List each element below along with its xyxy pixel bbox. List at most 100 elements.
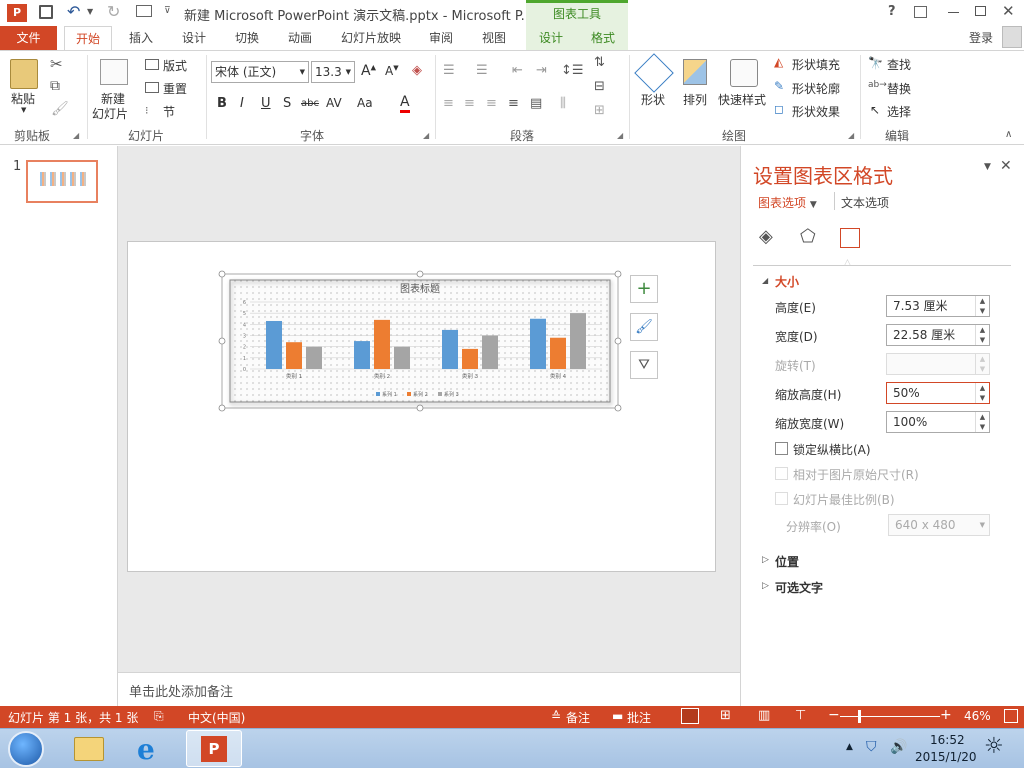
underline-icon[interactable]: U (261, 96, 271, 111)
bar-2-2[interactable] (374, 319, 390, 369)
bar-1-2[interactable] (354, 341, 370, 369)
resize-handle[interactable] (218, 337, 226, 345)
volume-icon[interactable]: 🔊 (890, 739, 907, 755)
shape-effects-button[interactable]: 形状效果 (792, 103, 840, 120)
arrange-icon[interactable] (683, 59, 707, 85)
section-button[interactable]: 节 (163, 103, 175, 120)
arrange-button[interactable]: 排列 (683, 91, 707, 108)
chart-styles-button[interactable]: 🖌 (630, 313, 658, 341)
replace-icon[interactable]: ab→ (868, 80, 887, 90)
bullets-icon[interactable]: ☰ (443, 63, 455, 78)
align-left-icon[interactable]: ≡ (443, 96, 454, 111)
bar-2-3[interactable] (462, 348, 478, 369)
tab-animations[interactable]: 动画 (277, 26, 323, 50)
char-spacing-icon[interactable]: AV (326, 96, 342, 110)
paste-dropdown-icon[interactable]: ▼ (21, 106, 26, 114)
reset-button[interactable]: 重置 (163, 80, 187, 97)
bar-1-1[interactable] (266, 320, 282, 369)
select-button[interactable]: 选择 (887, 103, 911, 120)
spinner-arrows-icon[interactable]: ▲ ▼ (975, 296, 989, 316)
section-icon[interactable]: ⁝ (145, 104, 149, 117)
bar-3-4[interactable] (570, 313, 586, 369)
bar-1-4[interactable] (530, 318, 546, 369)
chart-title[interactable]: 图表标题 (400, 282, 440, 295)
smartart-icon[interactable]: ⊞ (594, 103, 605, 118)
collapse-ribbon-icon[interactable]: ∧ (1005, 129, 1012, 140)
expand-position-icon[interactable]: ▷ (762, 555, 769, 565)
line-spacing-icon[interactable]: ↕☰ (561, 63, 584, 78)
spinner-arrows-icon[interactable]: ▲ ▼ (975, 383, 989, 403)
comments-button[interactable]: 批注 (627, 709, 651, 726)
shape-effects-icon[interactable]: ◻ (774, 102, 784, 116)
italic-icon[interactable]: I (240, 96, 244, 111)
tab-review[interactable]: 审阅 (418, 26, 464, 50)
bar-2-4[interactable] (550, 337, 566, 369)
scale-width-input[interactable]: 100% ▲ ▼ (886, 411, 990, 433)
notes-pane[interactable]: 单击此处添加备注 (118, 672, 740, 706)
redo-icon[interactable]: ↻ (107, 2, 120, 21)
resize-handle[interactable] (218, 404, 226, 412)
effects-icon[interactable]: ⬠ (800, 226, 816, 247)
bar-1-3[interactable] (442, 329, 458, 369)
pane-close-icon[interactable]: ✕ (1000, 158, 1012, 174)
chart-elements-button[interactable]: + (630, 275, 658, 303)
shape-fill-icon[interactable]: ◭ (774, 55, 783, 69)
brightness-icon[interactable]: ☼ (984, 734, 1004, 759)
zoom-out-icon[interactable]: − (828, 707, 840, 723)
shapes-icon[interactable] (634, 53, 674, 93)
chart-filters-button[interactable]: ⛛ (630, 351, 658, 379)
section-position-title[interactable]: 位置 (775, 553, 799, 570)
windows-start-icon[interactable] (8, 731, 44, 767)
zoom-slider[interactable] (840, 716, 940, 717)
comments-icon[interactable]: ▬ (612, 709, 623, 723)
paste-icon[interactable] (10, 59, 38, 89)
replace-button[interactable]: 替换 (887, 80, 911, 97)
bar-3-3[interactable] (482, 335, 498, 370)
section-size-title[interactable]: 大小 (775, 273, 799, 290)
drawing-launcher-icon[interactable]: ◢ (848, 131, 854, 140)
zoom-in-icon[interactable]: + (940, 707, 952, 723)
resize-handle[interactable] (416, 404, 424, 412)
clipboard-launcher-icon[interactable]: ◢ (73, 131, 79, 140)
quick-styles-button[interactable]: 快速样式 (718, 91, 766, 108)
undo-icon[interactable]: ↶ (67, 2, 80, 21)
resize-handle[interactable] (614, 404, 622, 412)
user-avatar[interactable] (1002, 26, 1022, 48)
customize-qat-icon[interactable]: ⊽ (164, 6, 171, 16)
shapes-button[interactable]: 形状 (641, 91, 665, 108)
file-explorer-icon[interactable] (74, 737, 104, 761)
slide-thumbnail[interactable] (26, 160, 98, 203)
reading-view-icon[interactable]: ▥ (758, 708, 770, 723)
justify-icon[interactable]: ≡ (508, 96, 519, 111)
find-icon[interactable]: 🔭 (868, 56, 883, 70)
chart-area[interactable]: 0 1 2 3 4 5 6 类别 1 类别 2 类别 3 类别 4 系列 1 系列 2 系列 3 图表标… (218, 270, 622, 414)
align-text-icon[interactable]: ⊟ (594, 79, 605, 94)
layout-icon[interactable] (145, 59, 159, 70)
font-name-select[interactable]: 宋体 (正文) ▼ (211, 61, 309, 83)
notes-placeholder[interactable]: 单击此处添加备注 (129, 681, 233, 700)
copy-icon[interactable]: ⧉ (50, 78, 60, 94)
numbering-icon[interactable]: ☰ (476, 63, 488, 78)
slide-sorter-icon[interactable]: ⊞ (720, 708, 731, 723)
collapse-size-icon[interactable]: ◢ (762, 276, 768, 285)
tab-transitions[interactable]: 切换 (224, 26, 270, 50)
resize-handle[interactable] (614, 337, 622, 345)
powerpoint-logo-icon[interactable]: P (7, 4, 27, 22)
pane-options-dropdown-icon[interactable]: ▼ (984, 162, 991, 172)
quick-styles-icon[interactable] (730, 59, 758, 87)
lock-ratio-label[interactable]: 锁定纵横比(A) (793, 441, 871, 458)
resize-handle[interactable] (416, 270, 424, 278)
select-icon[interactable]: ↖ (870, 103, 880, 117)
normal-view-icon[interactable] (681, 708, 699, 724)
tab-chart-options[interactable]: 图表选项 ▼ (758, 194, 817, 211)
internet-explorer-icon[interactable]: e (137, 733, 155, 766)
scale-height-input[interactable]: 50% ▲ ▼ (886, 382, 990, 404)
find-button[interactable]: 查找 (887, 56, 911, 73)
tab-view[interactable]: 视图 (471, 26, 517, 50)
close-icon[interactable]: ✕ (1002, 2, 1015, 20)
shadow-icon[interactable]: S (283, 96, 291, 111)
text-direction-icon[interactable]: ⇅ (594, 55, 605, 70)
bar-2-1[interactable] (286, 342, 302, 369)
fit-to-window-icon[interactable] (1004, 709, 1018, 723)
tab-insert[interactable]: 插入 (118, 26, 164, 50)
